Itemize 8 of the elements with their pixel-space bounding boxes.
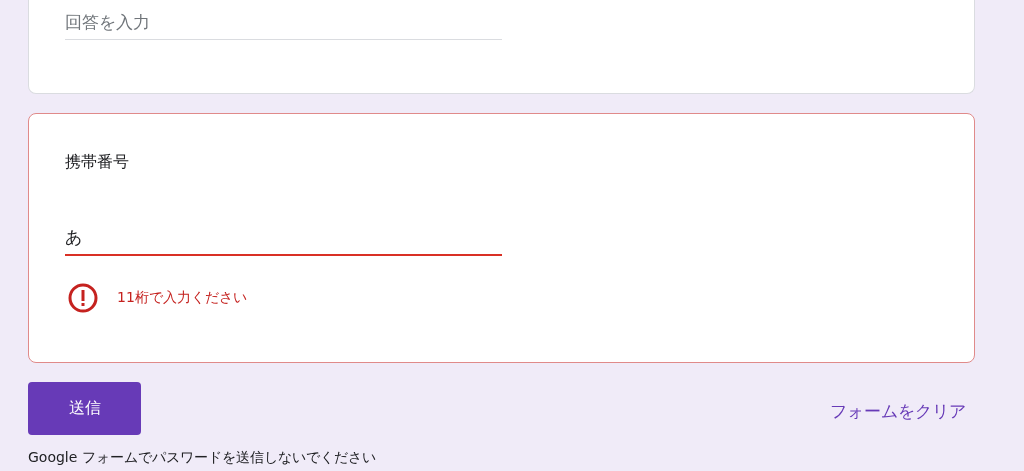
error-message: 11桁で入力ください [117,289,247,307]
question-title: 携帯番号 [65,152,129,173]
answer-field[interactable]: あ [65,223,502,256]
clear-form-link[interactable]: フォームをクリア [830,400,966,423]
answer-field[interactable]: 回答を入力 [65,8,502,40]
password-warning: Google フォームでパスワードを送信しないでください [28,449,376,465]
error-icon [67,282,99,314]
submit-button[interactable]: 送信 [28,382,141,435]
